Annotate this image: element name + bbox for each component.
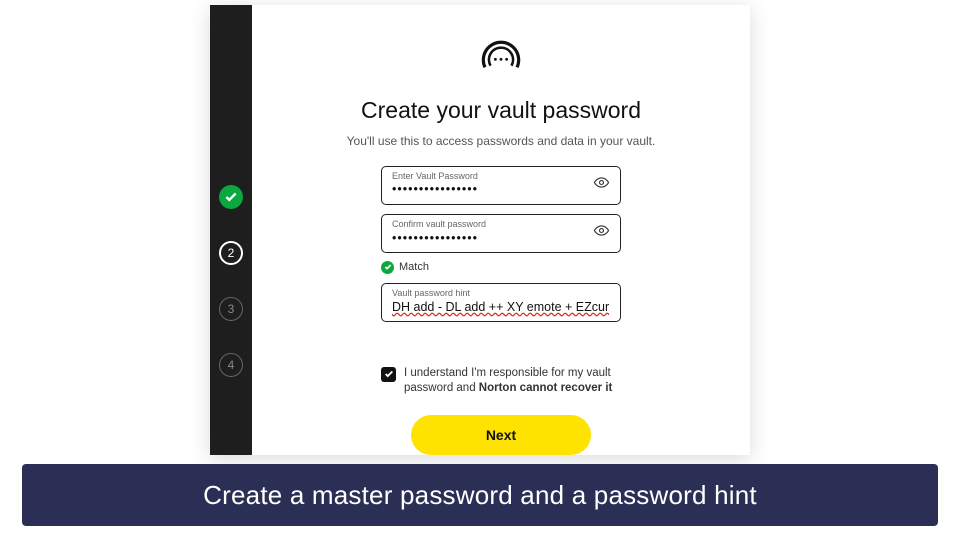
hint-field[interactable]: Vault password hint DH add - DL add ++ X… <box>381 283 621 322</box>
step-3-pending: 3 <box>219 297 243 321</box>
match-check-icon <box>381 261 394 274</box>
confirm-label: Confirm vault password <box>392 220 610 230</box>
hint-label: Vault password hint <box>392 289 610 299</box>
vault-icon <box>475 40 527 79</box>
caption-bar: Create a master password and a password … <box>22 464 938 526</box>
consent-text: I understand I'm responsible for my vaul… <box>404 366 621 397</box>
consent-checkbox[interactable] <box>381 367 396 382</box>
confirm-value: •••••••••••••••• <box>392 230 610 246</box>
check-icon <box>224 190 238 204</box>
caption-text: Create a master password and a password … <box>203 480 757 511</box>
password-label: Enter Vault Password <box>392 172 610 182</box>
step-2-active: 2 <box>219 241 243 265</box>
hint-value: DH add - DL add ++ XY emote + EZcur <box>392 299 610 315</box>
consent-row: I understand I'm responsible for my vaul… <box>381 366 621 397</box>
page-subtitle: You'll use this to access passwords and … <box>347 134 656 148</box>
toggle-password-visibility-icon[interactable] <box>593 174 610 196</box>
step-4-pending: 4 <box>219 353 243 377</box>
match-indicator: Match <box>381 261 621 274</box>
check-icon <box>384 369 394 379</box>
toggle-confirm-visibility-icon[interactable] <box>593 222 610 244</box>
step-1-done <box>219 185 243 209</box>
consent-bold: Norton cannot recover it <box>479 382 613 394</box>
match-label: Match <box>399 261 429 273</box>
confirm-password-field[interactable]: Confirm vault password •••••••••••••••• <box>381 214 621 253</box>
step-sidebar: 2 3 4 <box>210 5 252 455</box>
page-title: Create your vault password <box>361 97 641 124</box>
password-value: •••••••••••••••• <box>392 181 610 197</box>
setup-window: 2 3 4 Create your vault password You'll … <box>210 5 750 455</box>
next-button[interactable]: Next <box>411 415 591 455</box>
main-content: Create your vault password You'll use th… <box>252 5 750 455</box>
password-field[interactable]: Enter Vault Password •••••••••••••••• <box>381 166 621 205</box>
